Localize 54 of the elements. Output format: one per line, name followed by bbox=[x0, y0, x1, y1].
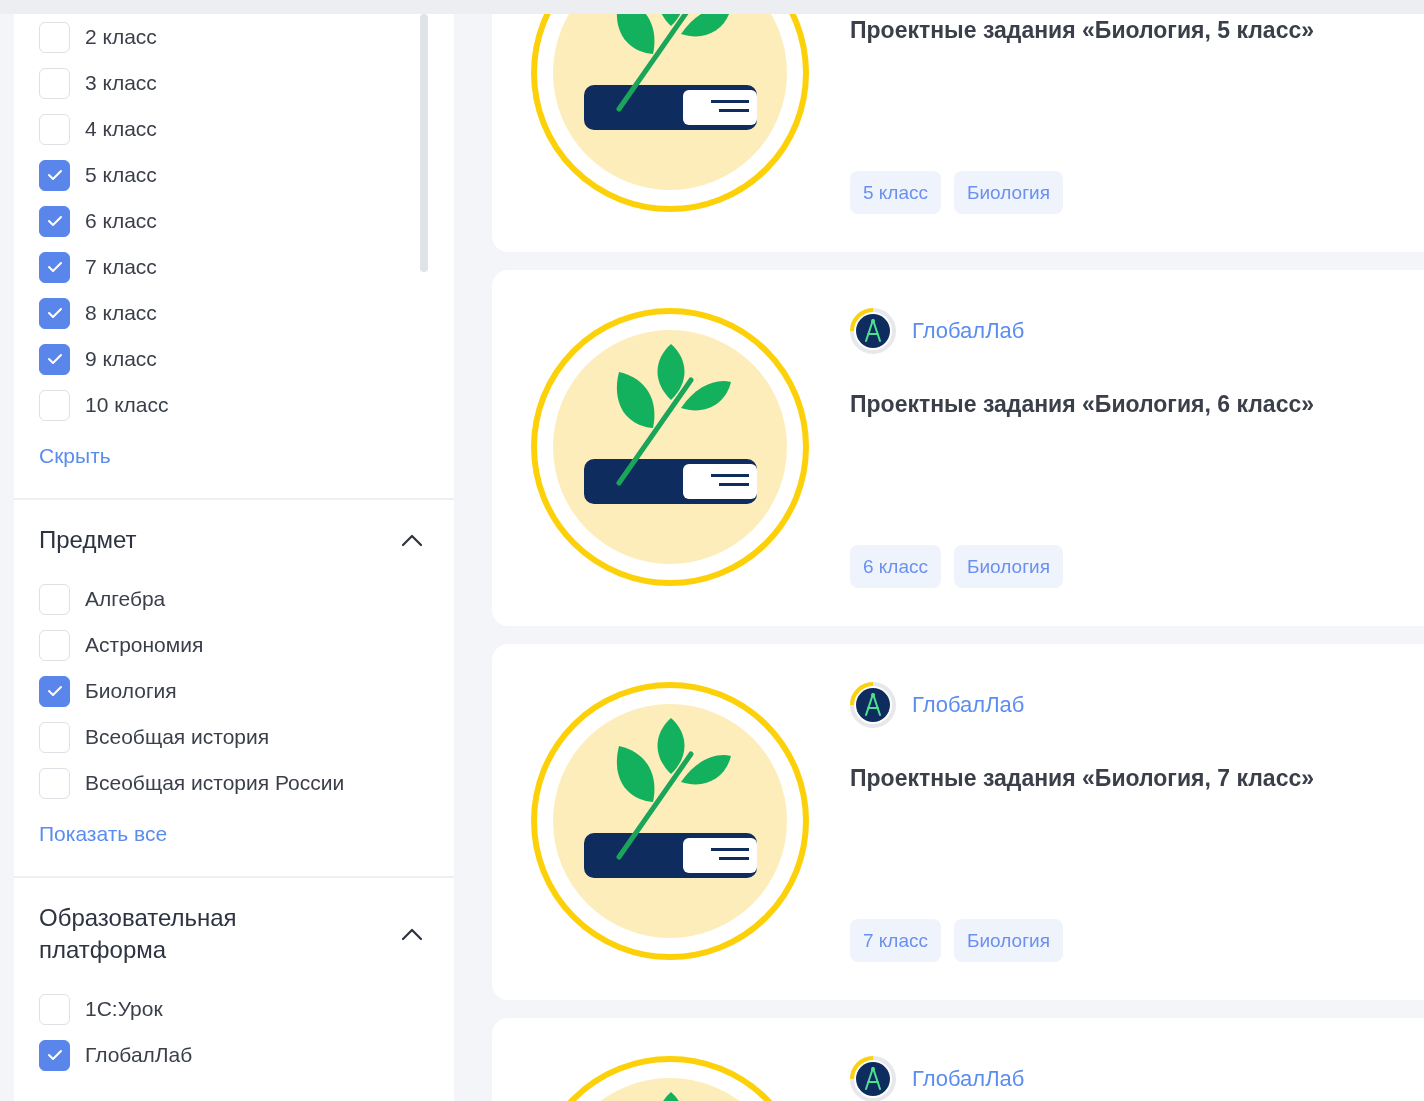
checkbox-label: Алгебра bbox=[85, 587, 166, 611]
scrollbar-thumb[interactable] bbox=[420, 14, 428, 272]
course-card[interactable]: Проектные задания «Биология, 5 класс» 5 класс Биология bbox=[492, 14, 1424, 252]
course-card[interactable]: ГлобалЛаб bbox=[492, 1018, 1424, 1101]
checkbox-label: 9 класс bbox=[85, 347, 157, 371]
checkmark-icon bbox=[46, 261, 63, 273]
checkmark-icon bbox=[46, 215, 63, 227]
filter-heading: Образовательная платформа bbox=[39, 903, 238, 965]
tag: 7 класс bbox=[850, 919, 942, 962]
checkmark-icon bbox=[46, 307, 63, 319]
tag: 6 класс bbox=[850, 545, 942, 588]
checkbox-label: ГлобалЛаб bbox=[85, 1043, 193, 1067]
compass-logo-icon bbox=[850, 682, 896, 728]
tag: Биология bbox=[954, 919, 1063, 962]
checkbox[interactable] bbox=[39, 297, 70, 329]
checkmark-icon bbox=[46, 353, 63, 365]
checkmark-icon bbox=[46, 685, 63, 697]
checkbox-label: 1С:Урок bbox=[85, 997, 163, 1021]
checkbox-label: Всеобщая история России bbox=[85, 771, 345, 795]
course-title: Проектные задания «Биология, 6 класс» bbox=[850, 391, 1315, 418]
provider-link[interactable]: ГлобалЛаб bbox=[912, 692, 1025, 718]
course-card[interactable]: ГлобалЛаб Проектные задания «Биология, 6 класс» 6 класс Биология bbox=[492, 270, 1424, 626]
provider-link[interactable]: ГлобалЛаб bbox=[912, 318, 1025, 344]
checkbox-label: Всеобщая история bbox=[85, 725, 270, 749]
checkbox[interactable] bbox=[39, 1039, 70, 1071]
tag: Биология bbox=[954, 171, 1063, 214]
course-title: Проектные задания «Биология, 5 класс» bbox=[850, 17, 1315, 44]
checkbox[interactable] bbox=[39, 675, 70, 707]
course-title: Проектные задания «Биология, 7 класс» bbox=[850, 765, 1315, 792]
checkbox[interactable] bbox=[39, 251, 70, 283]
checkbox-label: 10 класс bbox=[85, 393, 169, 417]
course-card[interactable]: ГлобалЛаб Проектные задания «Биология, 7 класс» 7 класс Биология bbox=[492, 644, 1424, 1000]
checkbox-label: 6 класс bbox=[85, 209, 157, 233]
toggle-link[interactable]: Скрыть bbox=[39, 444, 111, 468]
compass-logo-icon bbox=[850, 308, 896, 354]
checkbox[interactable] bbox=[39, 343, 70, 375]
tag: 5 класс bbox=[850, 171, 942, 214]
checkbox-label: 3 класс bbox=[85, 71, 157, 95]
provider-link[interactable]: ГлобалЛаб bbox=[912, 1066, 1025, 1092]
checkbox-label: 8 класс bbox=[85, 301, 157, 325]
checkbox-label: 5 класс bbox=[85, 163, 157, 187]
checkbox-label: Астрономия bbox=[85, 633, 204, 657]
checkbox[interactable] bbox=[39, 205, 70, 237]
checkmark-icon bbox=[46, 169, 63, 181]
checkbox[interactable] bbox=[39, 159, 70, 191]
compass-logo-icon bbox=[850, 1056, 896, 1101]
checkbox-label: 7 класс bbox=[85, 255, 157, 279]
checkbox-label: 2 класс bbox=[85, 25, 157, 49]
checkbox-label: Биология bbox=[85, 679, 177, 703]
filter-heading: Предмет bbox=[39, 525, 138, 555]
checkbox-label: 4 класс bbox=[85, 117, 157, 141]
toggle-link[interactable]: Показать все bbox=[39, 822, 168, 846]
checkmark-icon bbox=[46, 1049, 63, 1061]
tag: Биология bbox=[954, 545, 1063, 588]
